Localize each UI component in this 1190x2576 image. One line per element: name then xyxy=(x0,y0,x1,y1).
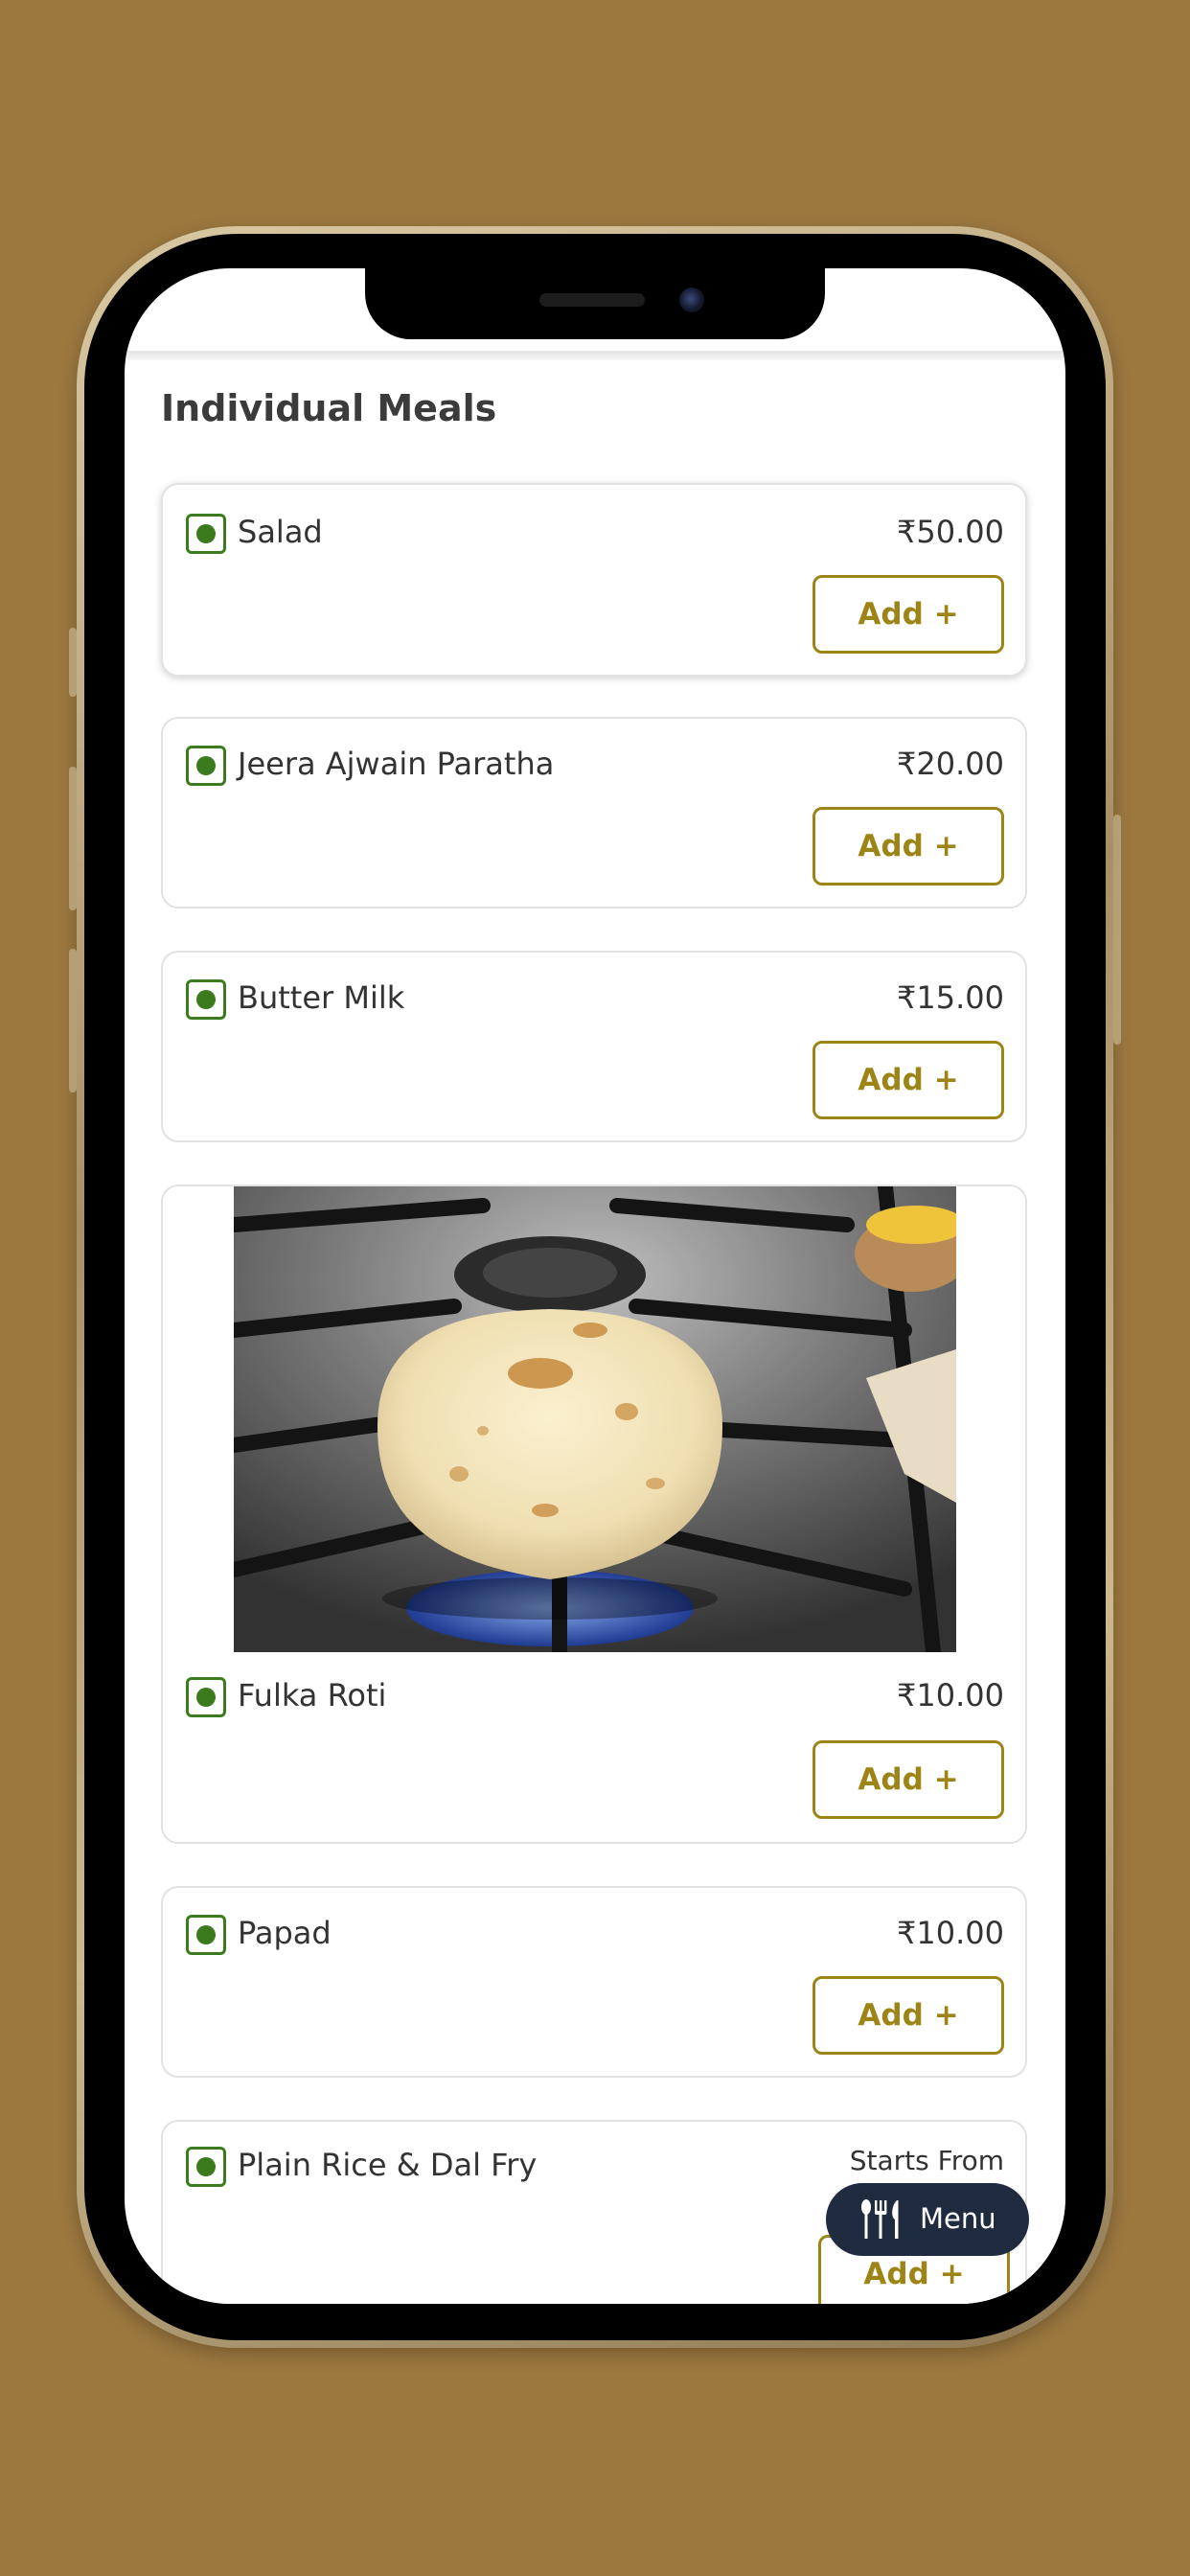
item-name: Butter Milk xyxy=(238,979,405,1016)
volume-down-button xyxy=(69,949,77,1092)
item-price: ₹20.00 xyxy=(897,746,1004,782)
top-divider xyxy=(125,351,1065,360)
roti-on-stove-illustration xyxy=(234,1186,956,1652)
item-name: Plain Rice & Dal Fry xyxy=(238,2147,538,2183)
speaker-grille xyxy=(539,293,645,307)
notch xyxy=(365,266,825,339)
item-name: Fulka Roti xyxy=(238,1677,387,1714)
veg-indicator-icon xyxy=(186,1915,226,1955)
item-price: ₹10.00 xyxy=(897,1915,1004,1951)
item-price: ₹10.00 xyxy=(897,1677,1004,1714)
fulka-roti-image xyxy=(234,1186,956,1652)
volume-up-button xyxy=(69,767,77,910)
add-button[interactable]: Add + xyxy=(812,1041,1004,1119)
screen: Individual Meals Salad ₹50.00 Add + Jeer… xyxy=(125,268,1065,2304)
veg-indicator-icon xyxy=(186,514,226,554)
menu-item-card[interactable]: Jeera Ajwain Paratha ₹20.00 Add + xyxy=(161,717,1027,908)
veg-indicator-icon xyxy=(186,746,226,786)
item-price: ₹15.00 xyxy=(897,979,1004,1016)
menu-item-card[interactable]: Fulka Roti ₹10.00 Add + xyxy=(161,1184,1027,1844)
add-button[interactable]: Add + xyxy=(812,1976,1004,2055)
item-name: Papad xyxy=(238,1915,332,1951)
cutlery-icon xyxy=(860,2198,903,2247)
item-price-label: Starts From xyxy=(849,2145,1004,2176)
menu-button[interactable]: Menu xyxy=(826,2183,1029,2256)
veg-indicator-icon xyxy=(186,2147,226,2187)
section-title: Individual Meals xyxy=(161,387,497,429)
add-button[interactable]: Add + xyxy=(812,1740,1004,1819)
item-price: ₹50.00 xyxy=(897,514,1004,550)
menu-item-card[interactable]: Butter Milk ₹15.00 Add + xyxy=(161,951,1027,1142)
power-button xyxy=(1113,815,1121,1045)
add-button[interactable]: Add + xyxy=(812,807,1004,886)
menu-item-card[interactable]: Salad ₹50.00 Add + xyxy=(161,483,1027,677)
veg-indicator-icon xyxy=(186,1677,226,1717)
add-button[interactable]: Add + xyxy=(812,575,1004,654)
item-name: Salad xyxy=(238,514,323,550)
front-camera xyxy=(679,288,704,312)
mute-switch xyxy=(69,628,77,697)
menu-item-card[interactable]: Papad ₹10.00 Add + xyxy=(161,1886,1027,2078)
item-name: Jeera Ajwain Paratha xyxy=(238,746,555,782)
menu-button-label: Menu xyxy=(920,2202,996,2235)
veg-indicator-icon xyxy=(186,979,226,1020)
